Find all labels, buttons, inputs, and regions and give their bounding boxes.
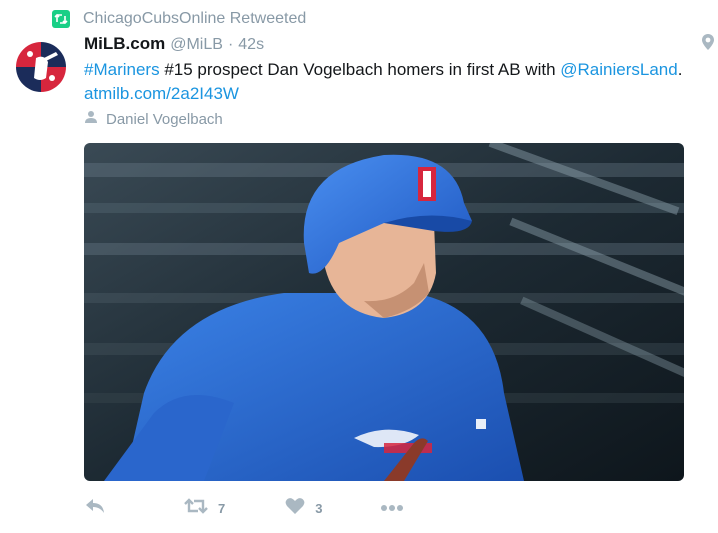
retweet-context: ChicagoCubsOnline Retweeted	[52, 8, 306, 30]
tagged-person-name: Daniel Vogelbach	[106, 110, 223, 128]
reply-button[interactable]	[84, 497, 106, 520]
author-handle[interactable]: @MiLB	[170, 36, 223, 54]
more-icon	[380, 499, 404, 517]
person-icon	[84, 110, 98, 129]
like-count: 3	[315, 500, 323, 516]
tweet-header: MiLB.com @MiLB · 42s	[84, 34, 264, 58]
avatar[interactable]	[12, 38, 70, 96]
url-link[interactable]: atmilb.com/2a2I43W	[84, 84, 239, 103]
tagged-person[interactable]: Daniel Vogelbach	[84, 108, 223, 130]
heart-icon	[285, 497, 305, 520]
like-button[interactable]: 3	[285, 497, 322, 520]
retweeted-by-label[interactable]: ChicagoCubsOnline Retweeted	[83, 10, 306, 28]
baseball-batter-photo	[84, 143, 684, 481]
mention-link[interactable]: @RainiersLand	[560, 60, 677, 79]
tweet-text: #Mariners #15 prospect Dan Vogelbach hom…	[84, 58, 710, 106]
retweet-button[interactable]: 7	[184, 497, 225, 520]
retweet-icon	[184, 497, 208, 520]
tweet-actions: 7 3	[84, 496, 404, 520]
hashtag-link[interactable]: #Mariners	[84, 60, 160, 79]
separator-dot: ·	[227, 36, 234, 53]
tweet-end-punct: .	[677, 60, 683, 79]
more-button[interactable]	[380, 499, 404, 517]
tweet-timestamp[interactable]: 42s	[238, 36, 264, 54]
location-pin-icon[interactable]	[701, 33, 715, 56]
reply-icon	[84, 497, 106, 520]
retweet-context-icon	[52, 10, 70, 28]
author-name[interactable]: MiLB.com	[84, 34, 165, 54]
tweet-body-text: #15 prospect Dan Vogelbach homers in fir…	[159, 60, 561, 79]
retweet-count: 7	[218, 500, 226, 516]
tweet-photo[interactable]	[84, 143, 684, 481]
